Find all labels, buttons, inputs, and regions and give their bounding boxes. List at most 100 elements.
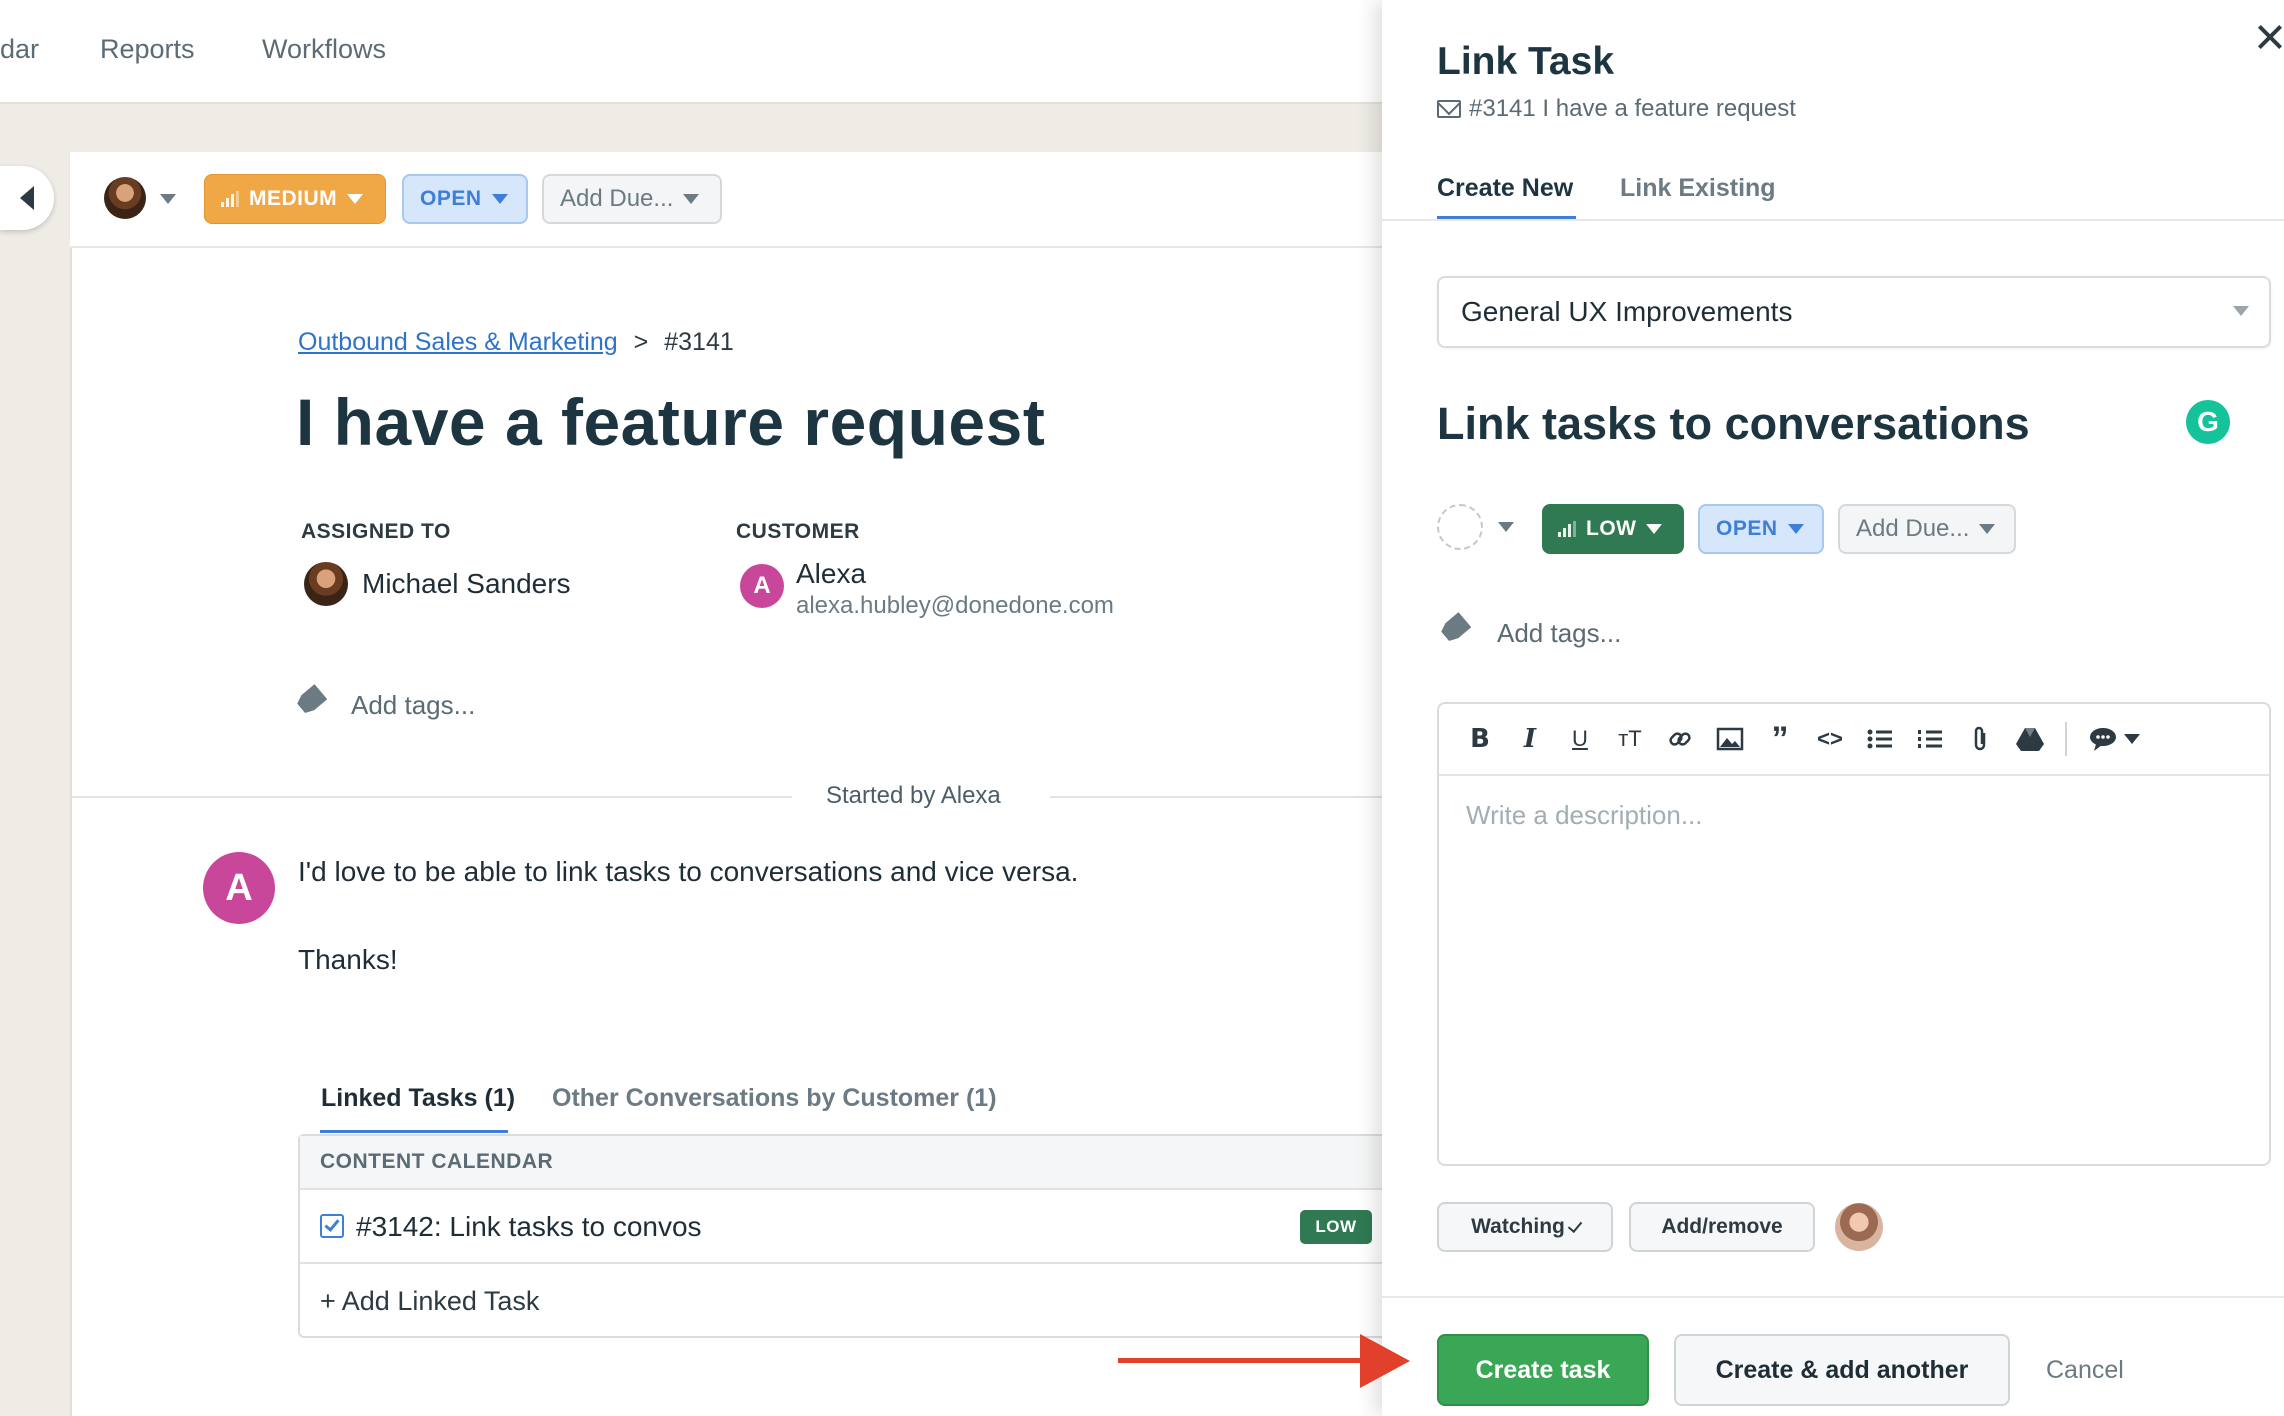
due-date-dropdown[interactable]: Add Due... bbox=[542, 174, 722, 224]
started-by-label: Started by Alexa bbox=[826, 782, 1001, 809]
checkmark-icon bbox=[1567, 1217, 1583, 1233]
customer-label: CUSTOMER bbox=[736, 520, 860, 543]
status-dropdown[interactable]: OPEN bbox=[1698, 504, 1824, 554]
due-label: Add Due... bbox=[1856, 515, 1970, 542]
priority-badge: LOW bbox=[1300, 1210, 1372, 1244]
panel-subtitle: #3141 I have a feature request bbox=[1437, 95, 1796, 123]
priority-label: LOW bbox=[1586, 517, 1637, 540]
project-select[interactable]: General UX Improvements bbox=[1437, 276, 2271, 348]
chevron-down-icon bbox=[1979, 524, 1996, 534]
footer-divider bbox=[1382, 1296, 2284, 1298]
panel-subtitle-text: #3141 I have a feature request bbox=[1469, 95, 1796, 122]
customer-name[interactable]: Alexa bbox=[796, 558, 866, 590]
grammarly-icon[interactable]: G bbox=[2186, 400, 2230, 444]
add-tags-input[interactable]: Add tags... bbox=[1497, 618, 1621, 649]
chevron-down-icon bbox=[683, 194, 700, 204]
assignee-name[interactable]: Michael Sanders bbox=[362, 568, 571, 600]
divider bbox=[72, 796, 792, 798]
chevron-down-icon bbox=[1787, 524, 1804, 534]
editor-toolbar: B I U тT ” <> bbox=[1439, 704, 2269, 776]
assignee-avatar bbox=[304, 562, 348, 606]
watcher-avatar[interactable] bbox=[1835, 1203, 1883, 1251]
link-icon[interactable] bbox=[1665, 724, 1695, 754]
active-tab-indicator bbox=[320, 1130, 508, 1133]
nav-reports[interactable]: Reports bbox=[100, 34, 195, 65]
close-icon[interactable] bbox=[2257, 22, 2284, 52]
annotation-arrow-line bbox=[1118, 1358, 1372, 1363]
chevron-left-icon bbox=[20, 186, 34, 210]
priority-label: MEDIUM bbox=[249, 187, 338, 210]
top-navigation: dar Reports Workflows bbox=[0, 0, 1382, 104]
add-linked-task-link[interactable]: + Add Linked Task bbox=[320, 1286, 539, 1317]
project-select-value: General UX Improvements bbox=[1461, 296, 1793, 327]
priority-bars-icon bbox=[221, 191, 239, 207]
underline-icon[interactable]: U bbox=[1565, 724, 1595, 754]
tab-create-new[interactable]: Create New bbox=[1437, 174, 1573, 203]
priority-dropdown[interactable]: MEDIUM bbox=[204, 174, 386, 224]
italic-icon[interactable]: I bbox=[1515, 724, 1545, 754]
add-tags-input[interactable]: Add tags... bbox=[351, 690, 475, 721]
mail-icon bbox=[1437, 100, 1461, 118]
snippets-icon[interactable] bbox=[2087, 724, 2141, 754]
breadcrumb: Outbound Sales & Marketing > #3141 bbox=[298, 328, 734, 357]
breadcrumb-separator: > bbox=[633, 328, 649, 356]
group-name: CONTENT CALENDAR bbox=[320, 1150, 554, 1173]
status-label: OPEN bbox=[420, 187, 482, 210]
conversation-toolbar: MEDIUM OPEN Add Due... bbox=[70, 152, 1390, 248]
chevron-down-icon bbox=[491, 194, 508, 204]
task-checkbox-icon bbox=[320, 1214, 344, 1238]
linked-task-title[interactable]: #3142: Link tasks to convos bbox=[356, 1211, 702, 1243]
google-drive-icon[interactable] bbox=[2015, 724, 2045, 754]
annotation-arrow-head bbox=[1360, 1334, 1410, 1388]
left-sidebar bbox=[0, 106, 70, 1416]
chevron-down-icon[interactable] bbox=[160, 194, 176, 204]
assignee-placeholder-icon[interactable] bbox=[1437, 504, 1483, 550]
quote-icon[interactable]: ” bbox=[1765, 720, 1795, 758]
create-task-button[interactable]: Create task bbox=[1437, 1334, 1649, 1406]
create-and-add-another-button[interactable]: Create & add another bbox=[1674, 1334, 2010, 1406]
nav-workflows[interactable]: Workflows bbox=[262, 34, 386, 65]
tabs-divider bbox=[1382, 219, 2284, 221]
watching-label: Watching bbox=[1471, 1215, 1565, 1238]
description-placeholder: Write a description... bbox=[1466, 800, 1703, 830]
chevron-down-icon bbox=[347, 194, 364, 204]
toolbar-separator bbox=[2065, 722, 2067, 756]
watching-button[interactable]: Watching bbox=[1437, 1202, 1613, 1252]
priority-dropdown[interactable]: LOW bbox=[1542, 504, 1684, 554]
customer-email[interactable]: alexa.hubley@donedone.com bbox=[796, 592, 1114, 620]
due-label: Add Due... bbox=[560, 185, 674, 212]
tab-linked-tasks[interactable]: Linked Tasks (1) bbox=[321, 1084, 515, 1113]
bold-icon[interactable]: B bbox=[1465, 724, 1495, 754]
message-author-avatar: A bbox=[203, 852, 275, 924]
panel-title: Link Task bbox=[1437, 40, 1615, 83]
divider bbox=[1050, 796, 1382, 798]
status-dropdown[interactable]: OPEN bbox=[402, 174, 528, 224]
breadcrumb-number: #3141 bbox=[664, 328, 734, 356]
text-size-icon[interactable]: тT bbox=[1615, 724, 1645, 754]
breadcrumb-project-link[interactable]: Outbound Sales & Marketing bbox=[298, 328, 618, 357]
status-label: OPEN bbox=[1716, 517, 1778, 540]
tab-link-existing[interactable]: Link Existing bbox=[1620, 174, 1776, 203]
customer-avatar: A bbox=[740, 564, 784, 608]
linked-task-row[interactable]: #3142: Link tasks to convos LOW bbox=[300, 1192, 1388, 1264]
task-title-input[interactable]: Link tasks to conversations bbox=[1437, 398, 2030, 450]
cancel-button[interactable]: Cancel bbox=[2046, 1356, 2124, 1385]
message-signoff: Thanks! bbox=[298, 944, 398, 975]
message-text: I'd love to be able to link tasks to con… bbox=[298, 856, 1079, 887]
code-icon[interactable]: <> bbox=[1815, 724, 1845, 754]
linked-group-header: CONTENT CALENDAR bbox=[300, 1136, 1388, 1190]
attachment-icon[interactable] bbox=[1965, 724, 1995, 754]
bullet-list-icon[interactable] bbox=[1865, 724, 1895, 754]
numbered-list-icon[interactable] bbox=[1915, 724, 1945, 754]
image-icon[interactable] bbox=[1715, 724, 1745, 754]
chevron-down-icon bbox=[1646, 524, 1663, 534]
chevron-down-icon bbox=[2233, 306, 2249, 316]
tab-other-conversations[interactable]: Other Conversations by Customer (1) bbox=[552, 1084, 997, 1113]
due-date-dropdown[interactable]: Add Due... bbox=[1838, 504, 2016, 554]
assigned-to-label: ASSIGNED TO bbox=[301, 520, 451, 543]
assignee-avatar[interactable] bbox=[104, 177, 146, 219]
chevron-down-icon[interactable] bbox=[1498, 522, 1514, 532]
add-remove-watchers-button[interactable]: Add/remove bbox=[1629, 1202, 1815, 1252]
page-title: I have a feature request bbox=[296, 385, 1046, 459]
nav-calendar[interactable]: dar bbox=[0, 34, 39, 65]
